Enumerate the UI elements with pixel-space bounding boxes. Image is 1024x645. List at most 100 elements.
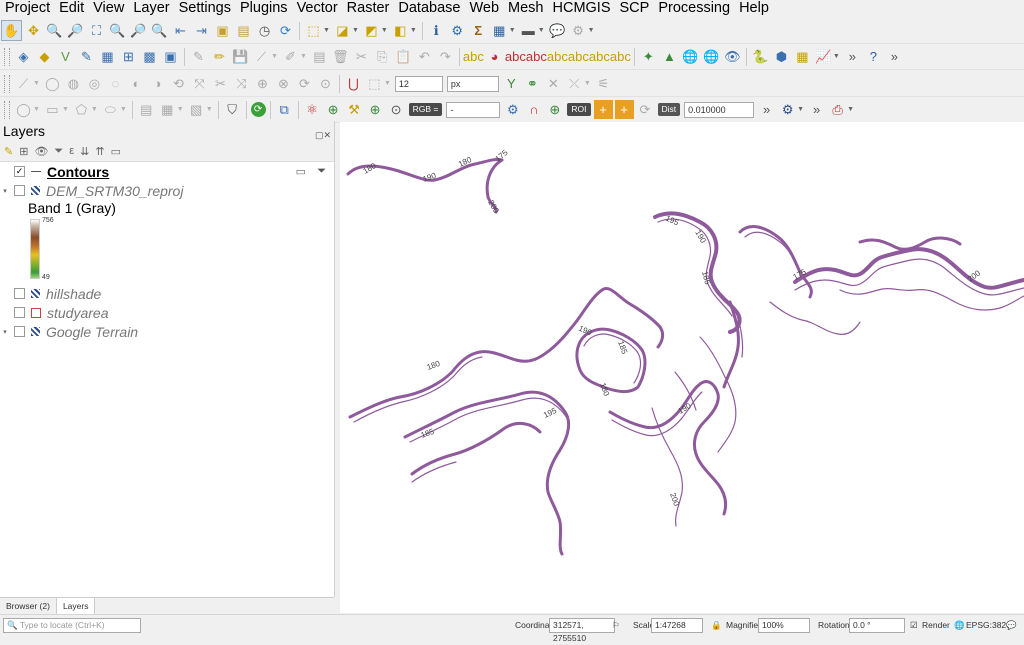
more-tools-icon[interactable]: » bbox=[757, 100, 776, 119]
toggle-editing-icon[interactable]: ✏ bbox=[210, 47, 229, 66]
chevron-down-icon[interactable]: ▼ bbox=[833, 53, 840, 60]
pan-to-selection-icon[interactable]: ✥ bbox=[24, 21, 43, 40]
chevron-down-icon[interactable]: ▼ bbox=[323, 27, 330, 34]
crs-button[interactable]: EPSG:3826 bbox=[966, 615, 1011, 636]
rotation-spinbox[interactable]: 0.0 ° bbox=[849, 618, 905, 633]
menu-web[interactable]: Web bbox=[464, 0, 503, 17]
cut-icon[interactable]: ✂ bbox=[352, 47, 371, 66]
add-group-icon[interactable]: ⊞ bbox=[19, 145, 28, 158]
layer-visibility-checkbox[interactable] bbox=[14, 307, 25, 318]
dist-input[interactable]: 0.010000 bbox=[684, 101, 755, 118]
chevron-down-icon[interactable]: ▼ bbox=[120, 106, 127, 113]
measure-ruler-icon[interactable]: ▬ bbox=[519, 21, 538, 40]
menu-database[interactable]: Database bbox=[393, 0, 464, 17]
move-label-icon[interactable]: abc bbox=[568, 47, 589, 66]
scp-rgb-icon[interactable]: ⚙ bbox=[503, 100, 522, 119]
messages-icon[interactable]: 💬 bbox=[1006, 615, 1017, 636]
new-bookmark-icon[interactable]: ▣ bbox=[213, 21, 232, 40]
save-edits-icon[interactable]: 💾 bbox=[231, 47, 250, 66]
crs-toggle-icon[interactable]: ⚐ bbox=[612, 615, 620, 636]
manage-themes-icon[interactable]: 👁 bbox=[34, 145, 48, 158]
scp-tools-icon[interactable]: ⚒ bbox=[345, 100, 364, 119]
menu-view[interactable]: View bbox=[88, 0, 128, 17]
scp-export-icon[interactable]: ⎙ bbox=[828, 100, 847, 119]
menu-edit[interactable]: Edit bbox=[54, 0, 88, 17]
scp-layers-icon[interactable]: ⧉ bbox=[275, 100, 294, 119]
annotation-move-icon[interactable]: ▧ bbox=[187, 100, 206, 119]
redo-icon[interactable]: ↷ bbox=[436, 47, 455, 66]
chevron-down-icon[interactable]: ▼ bbox=[381, 27, 388, 34]
share-icon[interactable]: ⟳ bbox=[250, 102, 266, 117]
snapping-tolerance-input[interactable]: 12 bbox=[394, 75, 443, 92]
triangle-tool-icon[interactable]: ▲ bbox=[660, 47, 679, 66]
edit-pencil-icon[interactable]: ✎ bbox=[189, 47, 208, 66]
tab-layers[interactable]: Layers bbox=[56, 598, 96, 615]
delete-ring-icon[interactable]: ◎ bbox=[85, 74, 104, 93]
add-part-icon[interactable]: ◯ bbox=[43, 74, 62, 93]
crs-globe-icon[interactable]: 🌐 bbox=[954, 615, 965, 636]
shape-polygon-icon[interactable]: ⬠ bbox=[72, 100, 91, 119]
roi-plus-icon[interactable]: + bbox=[614, 100, 634, 119]
layer-row-studyarea[interactable]: studyarea bbox=[0, 303, 334, 322]
zoom-layer-icon[interactable]: 🔎 bbox=[129, 21, 148, 40]
chevron-down-icon[interactable]: ▼ bbox=[206, 106, 213, 113]
chevron-down-icon[interactable]: ▼ bbox=[33, 80, 40, 87]
deselect-icon[interactable]: ◩ bbox=[362, 21, 381, 40]
merge-attributes-icon[interactable]: ⊗ bbox=[274, 74, 293, 93]
add-vector-icon[interactable]: V bbox=[56, 47, 75, 66]
show-bookmarks-icon[interactable]: ▤ bbox=[234, 21, 253, 40]
scp-arch-icon[interactable]: ∩ bbox=[524, 100, 543, 119]
plugin-manager-icon[interactable]: ⬢ bbox=[772, 47, 791, 66]
menu-plugins[interactable]: Plugins bbox=[235, 0, 292, 17]
panel-float-close-icon[interactable]: ▢✕ bbox=[315, 125, 331, 145]
zoom-next-icon[interactable]: ⇥ bbox=[192, 21, 211, 40]
add-wms-icon[interactable]: ▩ bbox=[140, 47, 159, 66]
more-tools-icon[interactable]: » bbox=[885, 47, 904, 66]
chevron-down-icon[interactable]: ▼ bbox=[352, 27, 359, 34]
open-styling-icon[interactable]: ✎ bbox=[4, 145, 13, 158]
pin-label-icon[interactable]: abc bbox=[526, 47, 547, 66]
layer-visibility-checkbox[interactable] bbox=[14, 326, 25, 337]
shield-icon[interactable]: ⛉ bbox=[223, 100, 242, 119]
chevron-down-icon[interactable]: ▼ bbox=[584, 80, 591, 87]
vertex-tool-icon[interactable]: ✐ bbox=[281, 47, 300, 66]
rotate-symbols-icon[interactable]: ⟳ bbox=[295, 74, 314, 93]
show-label-icon[interactable]: abc bbox=[547, 47, 568, 66]
processing-toolbox-icon[interactable]: ⚙ bbox=[448, 21, 467, 40]
scp-network-icon[interactable]: ⚛ bbox=[303, 100, 322, 119]
fill-ring-icon[interactable]: ◍ bbox=[64, 74, 83, 93]
chevron-down-icon[interactable]: ▼ bbox=[410, 27, 417, 34]
chevron-down-icon[interactable]: ▼ bbox=[797, 106, 804, 113]
layer-row-contours[interactable]: ✓ Contours ▭ ⏷ bbox=[0, 162, 334, 181]
collapse-all-icon[interactable]: ⇈ bbox=[95, 145, 104, 158]
expand-chevron-icon[interactable]: ▾ bbox=[0, 328, 10, 336]
scp-zoom-roi-icon[interactable]: ⊕ bbox=[545, 100, 564, 119]
undo-icon[interactable]: ↶ bbox=[415, 47, 434, 66]
render-checkbox[interactable]: ☑ bbox=[910, 615, 918, 636]
more-tools-icon[interactable]: » bbox=[807, 100, 826, 119]
shape-circle-icon[interactable]: ◯ bbox=[14, 100, 33, 119]
layer-visibility-checkbox[interactable] bbox=[14, 288, 25, 299]
menu-settings[interactable]: Settings bbox=[174, 0, 235, 17]
menu-project[interactable]: Project bbox=[0, 0, 54, 17]
rotate-label-icon[interactable]: abc bbox=[589, 47, 610, 66]
menu-help[interactable]: Help bbox=[734, 0, 773, 17]
add-feature-icon[interactable]: ⟋ bbox=[252, 47, 271, 66]
zoom-native-icon[interactable]: 🔍 bbox=[150, 21, 169, 40]
snapping-mode-icon[interactable]: ⬚ bbox=[365, 74, 384, 93]
add-raster-icon[interactable]: ▦ bbox=[98, 47, 117, 66]
scp-dock-icon[interactable]: ▦ bbox=[793, 47, 812, 66]
statistics-sigma-icon[interactable]: Σ bbox=[469, 21, 488, 40]
decorations-icon[interactable]: ⚙ bbox=[569, 21, 588, 40]
web-globe-icon[interactable]: 🌐 bbox=[702, 47, 721, 66]
filter-icon[interactable]: ⏷ bbox=[317, 165, 326, 178]
filter-legend-icon[interactable]: ⏷ bbox=[54, 145, 63, 158]
layer-row-dem[interactable]: ▾ DEM_SRTM30_reproj bbox=[0, 181, 334, 200]
add-mesh-icon[interactable]: ⊞ bbox=[119, 47, 138, 66]
zoom-last-icon[interactable]: ⇤ bbox=[171, 21, 190, 40]
chevron-down-icon[interactable]: ▼ bbox=[177, 106, 184, 113]
snapping-magnet-icon[interactable]: ⋃ bbox=[344, 74, 363, 93]
attribute-table-icon[interactable]: ▦ bbox=[490, 21, 509, 40]
trim-extend-icon[interactable]: ⤧ bbox=[190, 74, 209, 93]
pan-hand-icon[interactable]: ✋ bbox=[1, 20, 22, 41]
